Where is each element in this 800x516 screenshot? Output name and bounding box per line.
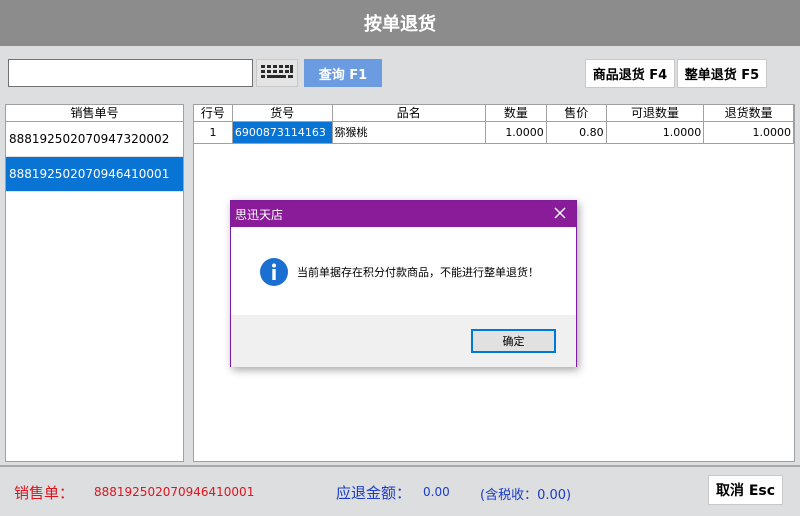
dialog-title: 思迅天店	[235, 207, 284, 222]
sale-order-value: 888192502070946410001	[94, 485, 255, 499]
item-return-button[interactable]: 商品退货 F4	[585, 59, 675, 88]
dialog-body: 当前单据存在积分付款商品，不能进行整单退货！	[231, 227, 576, 315]
cell-return-qty[interactable]: 1.0000	[704, 122, 794, 143]
refund-amount-value: 0.00	[423, 485, 450, 499]
order-list-header: 销售单号	[6, 105, 183, 122]
cell-name[interactable]: 猕猴桃	[333, 122, 487, 143]
dialog-message: 当前单据存在积分付款商品，不能进行整单退货！	[297, 266, 539, 279]
order-item[interactable]: 888192502070947320002	[6, 122, 183, 157]
col-header-line[interactable]: 行号	[194, 105, 233, 121]
sale-order-label: 销售单：	[14, 484, 75, 502]
info-icon	[259, 257, 289, 290]
cell-returnable[interactable]: 1.0000	[607, 122, 705, 143]
grid-header: 行号 货号 品名 数量 售价 可退数量 退货数量	[194, 105, 794, 122]
page-title: 按单退货	[0, 0, 800, 46]
query-button[interactable]: 查询 F1	[304, 59, 382, 87]
keyboard-icon	[260, 64, 294, 83]
cell-price[interactable]: 0.80	[547, 122, 607, 143]
search-input[interactable]	[8, 59, 253, 87]
alert-dialog: 思迅天店 当前单据存在积分付款商品，不能进行整单退货！ 确定	[230, 200, 577, 367]
order-list: 销售单号 888192502070947320002 8881925020709…	[5, 104, 184, 462]
order-item-selected[interactable]: 888192502070946410001	[6, 157, 183, 192]
keyboard-button[interactable]	[256, 59, 298, 87]
col-header-price[interactable]: 售价	[547, 105, 607, 121]
col-header-returnable[interactable]: 可退数量	[607, 105, 705, 121]
dialog-titlebar: 思迅天店	[231, 201, 576, 227]
tax-included-text: (含税收：0.00)	[480, 488, 572, 503]
cancel-button[interactable]: 取消 Esc	[708, 475, 783, 505]
ok-button[interactable]: 确定	[471, 329, 556, 353]
close-icon[interactable]	[552, 205, 568, 221]
col-header-qty[interactable]: 数量	[486, 105, 547, 121]
col-header-return-qty[interactable]: 退货数量	[704, 105, 794, 121]
dialog-footer: 确定	[231, 315, 576, 367]
cell-code[interactable]: 6900873114163	[232, 122, 333, 143]
cell-qty[interactable]: 1.0000	[486, 122, 547, 143]
cell-line[interactable]: 1	[194, 122, 233, 143]
order-return-button[interactable]: 整单退货 F5	[677, 59, 767, 88]
refund-amount-label: 应退金额：	[336, 484, 412, 502]
table-row[interactable]: 1 6900873114163 猕猴桃 1.0000 0.80 1.0000 1…	[194, 122, 794, 144]
footer-divider	[0, 465, 800, 467]
col-header-code[interactable]: 货号	[233, 105, 333, 121]
col-header-name[interactable]: 品名	[333, 105, 487, 121]
